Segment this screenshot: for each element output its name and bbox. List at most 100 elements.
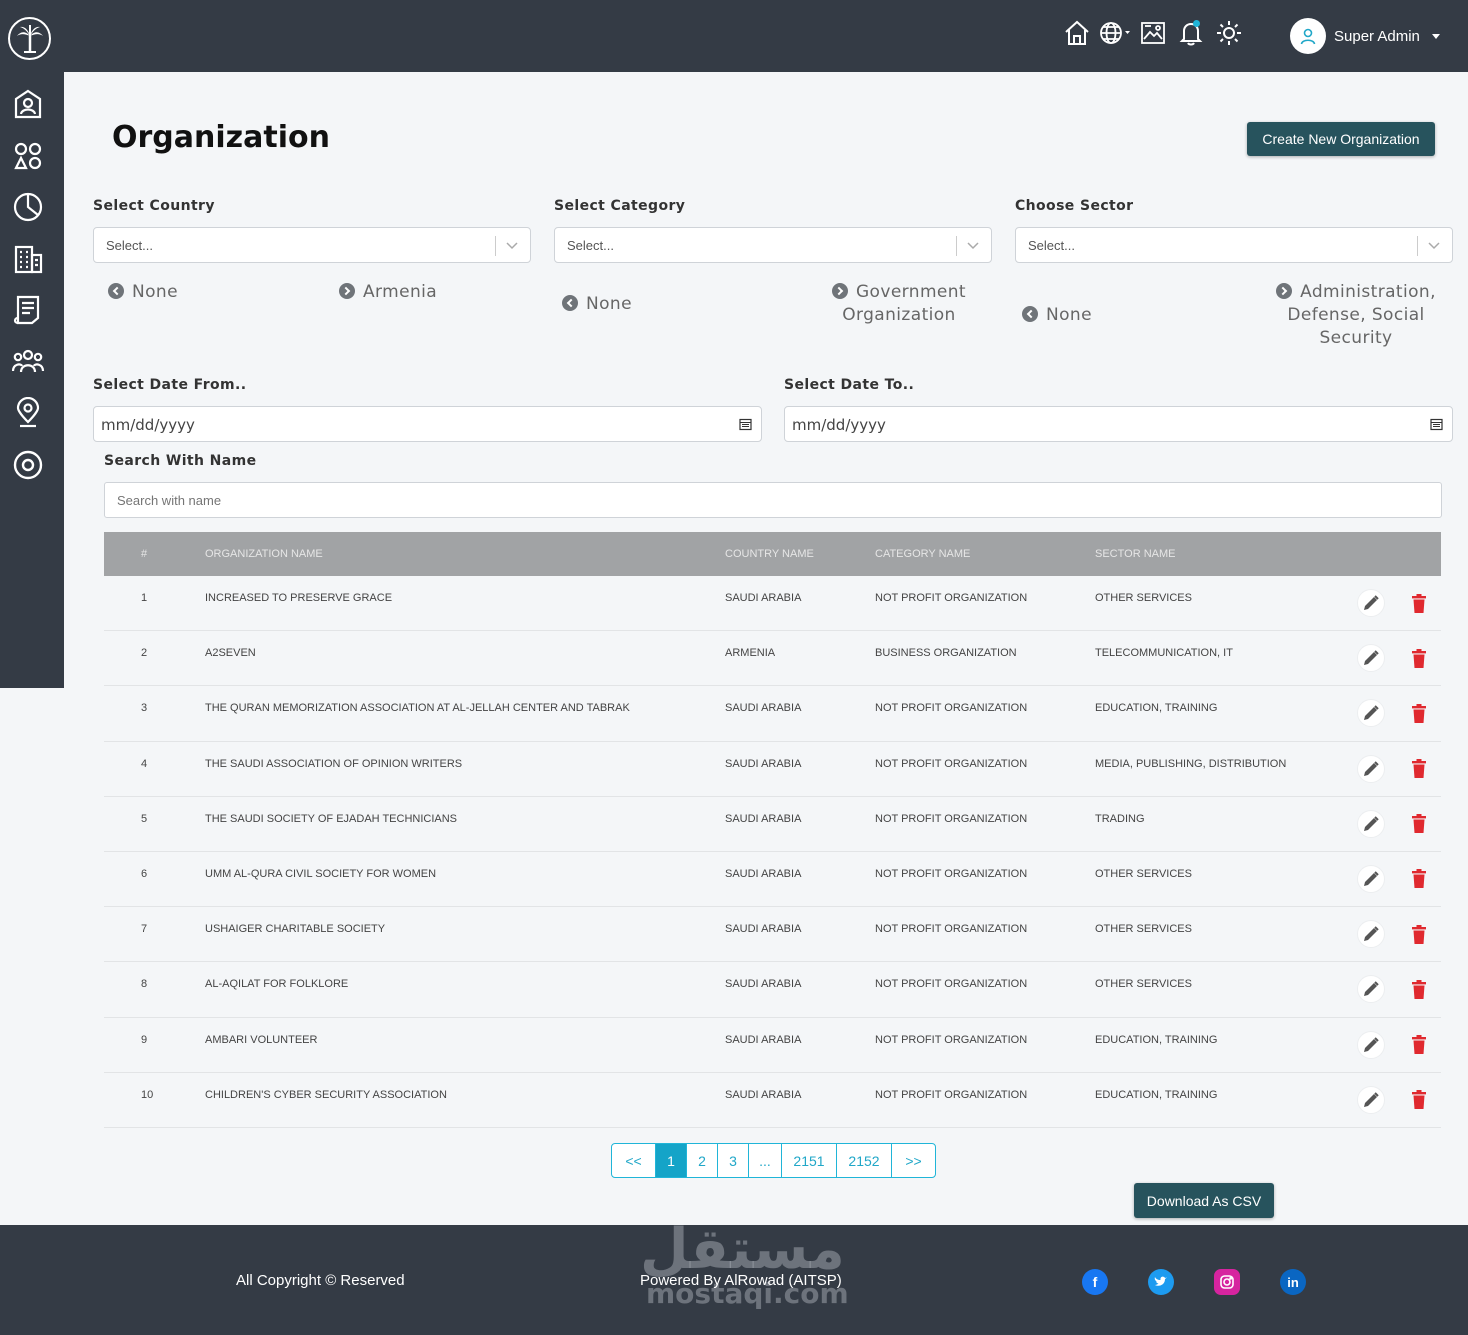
download-csv-button[interactable]: Download As CSV [1134,1183,1274,1218]
date-from-input[interactable]: mm/dd/yyyy [93,406,762,442]
sector-option-none[interactable]: None [1022,304,1092,327]
facebook-icon[interactable]: f [1082,1269,1108,1295]
calendar-icon[interactable] [739,418,752,431]
organization-name: A2SEVEN [205,647,256,660]
apps-icon[interactable] [11,139,45,173]
organizations-table: # Organization Name Country Name Categor… [104,532,1441,1128]
edit-icon[interactable] [1357,644,1385,673]
table-row: 1 Increased to Preserve Grace Saudi Arabia… [104,576,1441,632]
organization-name: The Quran Memorization Association at Al… [205,702,630,715]
edit-icon[interactable] [1357,809,1385,838]
row-number: 2 [141,647,148,660]
location-icon[interactable] [11,396,45,430]
pagination-page[interactable]: 2152 [837,1144,892,1177]
country-name: Saudi Arabia [725,867,802,880]
country-name: Armenia [725,647,776,660]
category-name: Not Profit Organization [875,1033,1028,1046]
pie-chart-icon[interactable] [11,190,45,224]
table-body: 1 Increased to Preserve Grace Saudi Arabia… [104,576,1441,1128]
users-icon[interactable] [11,345,45,379]
edit-icon[interactable] [1357,754,1385,783]
country-name: Saudi Arabia [725,1088,802,1101]
country-select[interactable]: Select... [93,227,531,263]
country-name: Saudi Arabia [725,702,802,715]
create-organization-button[interactable]: Create New Organization [1247,122,1435,156]
category-name: Not Profit Organization [875,978,1028,991]
chevron-left-icon [1022,306,1038,322]
edit-icon[interactable] [1357,920,1385,949]
trash-icon[interactable] [1407,756,1431,782]
sector-name: Other Services [1095,978,1192,991]
powered-by-text: Powered By AlRowad (AITSP) [640,1272,842,1289]
category-select[interactable]: Select... [554,227,992,263]
pagination-page[interactable]: ... [749,1144,782,1177]
date-from-label: Select Date From.. [93,377,247,393]
sector-option-administration[interactable]: Administration, Defense, Social Security [1276,281,1436,350]
chevron-down-icon [967,242,979,250]
date-to-label: Select Date To.. [784,377,915,393]
search-input[interactable] [105,483,1441,517]
row-number: 3 [141,702,148,715]
sector-name: Other Services [1095,867,1192,880]
column-header-sector: Sector Name [1095,548,1176,560]
organization-name: Ushaiger Charitable Society [205,923,386,936]
trash-icon[interactable] [1407,1087,1431,1113]
category-name: Not Profit Organization [875,592,1028,604]
user-menu[interactable]: Super Admin [1290,18,1440,54]
pagination-page[interactable]: 2151 [782,1144,837,1177]
search-field [104,482,1442,518]
category-label: Select Category [554,198,686,214]
country-option-none[interactable]: None [108,281,178,304]
pagination-page[interactable]: 1 [656,1144,687,1177]
select-separator [956,236,957,256]
sector-select[interactable]: Select... [1015,227,1453,263]
date-to-input[interactable]: mm/dd/yyyy [784,406,1453,442]
image-icon[interactable] [1136,16,1170,50]
bell-icon[interactable] [1174,16,1208,50]
trash-icon[interactable] [1407,700,1431,726]
sector-name: Other Services [1095,592,1192,604]
calendar-icon[interactable] [1430,418,1443,431]
table-row: 4 The Saudi Association of Opinion Writer… [104,741,1441,797]
home-icon[interactable] [1060,16,1094,50]
trash-icon[interactable] [1407,976,1431,1002]
table-row: 9 Ambari Volunteer Saudi Arabia Not Profit … [104,1017,1441,1073]
edit-icon[interactable] [1357,589,1385,617]
chevron-down-icon [1431,33,1440,39]
column-header-organization: Organization Name [205,548,323,560]
category-name: Business Organization [875,647,1017,660]
edit-icon[interactable] [1357,1030,1385,1059]
trash-icon[interactable] [1407,811,1431,837]
trash-icon[interactable] [1407,1032,1431,1058]
instagram-icon[interactable] [1214,1269,1240,1295]
edit-icon[interactable] [1357,1085,1385,1114]
trash-icon[interactable] [1407,921,1431,947]
pagination-page[interactable]: 2 [687,1144,718,1177]
organization-name: Increased to Preserve Grace [205,592,393,604]
edit-icon[interactable] [1357,975,1385,1004]
country-name: Saudi Arabia [725,592,802,604]
country-option-armenia[interactable]: Armenia [339,281,437,304]
edit-icon[interactable] [1357,864,1385,893]
category-option-government[interactable]: Government Organization [829,281,969,327]
edit-icon[interactable] [1357,699,1385,728]
row-number: 5 [141,812,148,825]
twitter-icon[interactable] [1148,1269,1174,1295]
user-card-icon[interactable] [11,87,45,121]
palm-logo-icon[interactable] [8,17,51,60]
trash-icon[interactable] [1407,645,1431,671]
table-row: 2 A2SEVEN Armenia Business Organization Tele… [104,631,1441,687]
sun-icon[interactable] [1212,16,1246,50]
target-icon[interactable] [11,448,45,482]
building-icon[interactable] [11,242,45,276]
category-option-none[interactable]: None [562,293,632,316]
pagination-page[interactable]: 3 [718,1144,749,1177]
pagination-prev[interactable]: << [612,1144,656,1177]
document-icon[interactable] [11,293,45,327]
pagination-next[interactable]: >> [892,1144,935,1177]
trash-icon[interactable] [1407,590,1431,616]
linkedin-icon[interactable]: in [1280,1269,1306,1295]
country-label: Select Country [93,198,215,214]
globe-icon[interactable] [1098,16,1132,50]
trash-icon[interactable] [1407,866,1431,892]
